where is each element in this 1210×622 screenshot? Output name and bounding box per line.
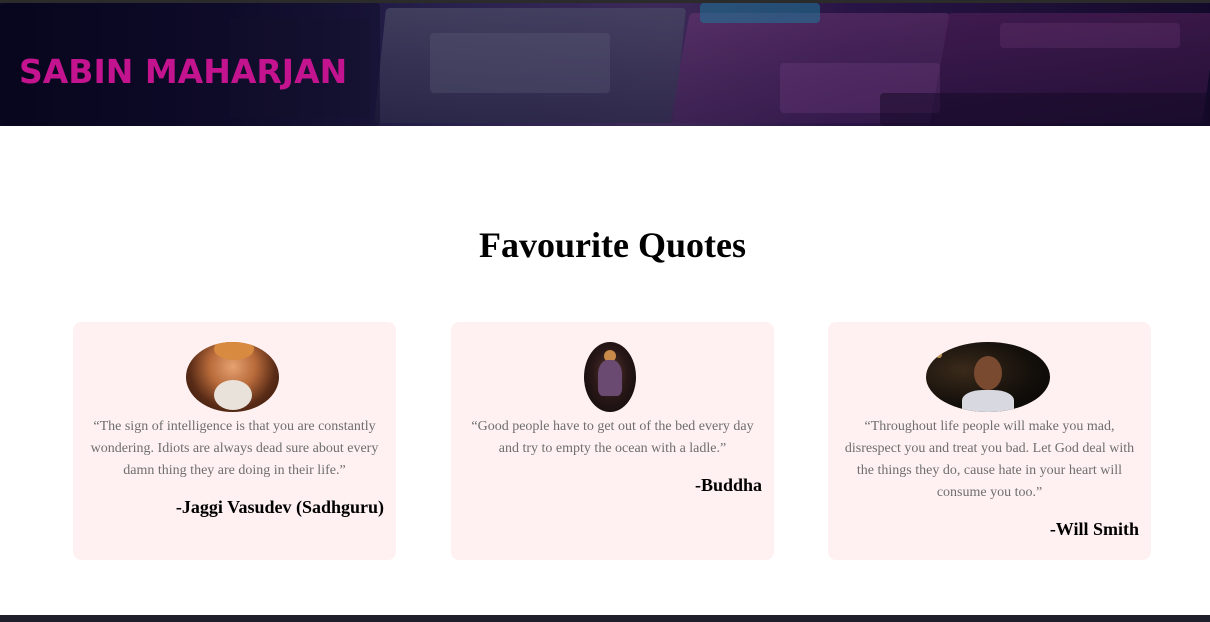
avatar-detail (962, 390, 1014, 412)
avatar-detail (214, 380, 252, 410)
avatar-detail (974, 356, 1002, 390)
quote-card: “The sign of intelligence is that you ar… (73, 322, 396, 560)
quote-author: -Will Smith (1049, 519, 1139, 539)
quote-author: -Jaggi Vasudev (Sadhguru) (175, 497, 384, 517)
author-avatar-sadhguru (186, 342, 279, 412)
section-title: Favourite Quotes (479, 225, 746, 265)
quote-card: “Good people have to get out of the bed … (451, 322, 774, 560)
quote-text: “Throughout life people will make you ma… (844, 419, 1135, 500)
quote-author: -Buddha (694, 475, 762, 495)
quote-card: “Throughout life people will make you ma… (828, 322, 1151, 560)
quote-text: “Good people have to get out of the bed … (471, 419, 754, 456)
avatar-detail (214, 342, 254, 360)
author-avatar-will-smith (926, 342, 1050, 412)
author-avatar-buddha (584, 342, 636, 412)
avatar-detail (598, 360, 622, 396)
avatar-detail (936, 352, 942, 358)
site-title[interactable]: SABIN MAHARJAN (19, 52, 347, 91)
footer-strip (0, 615, 1210, 622)
quote-text: “The sign of intelligence is that you ar… (90, 419, 379, 478)
